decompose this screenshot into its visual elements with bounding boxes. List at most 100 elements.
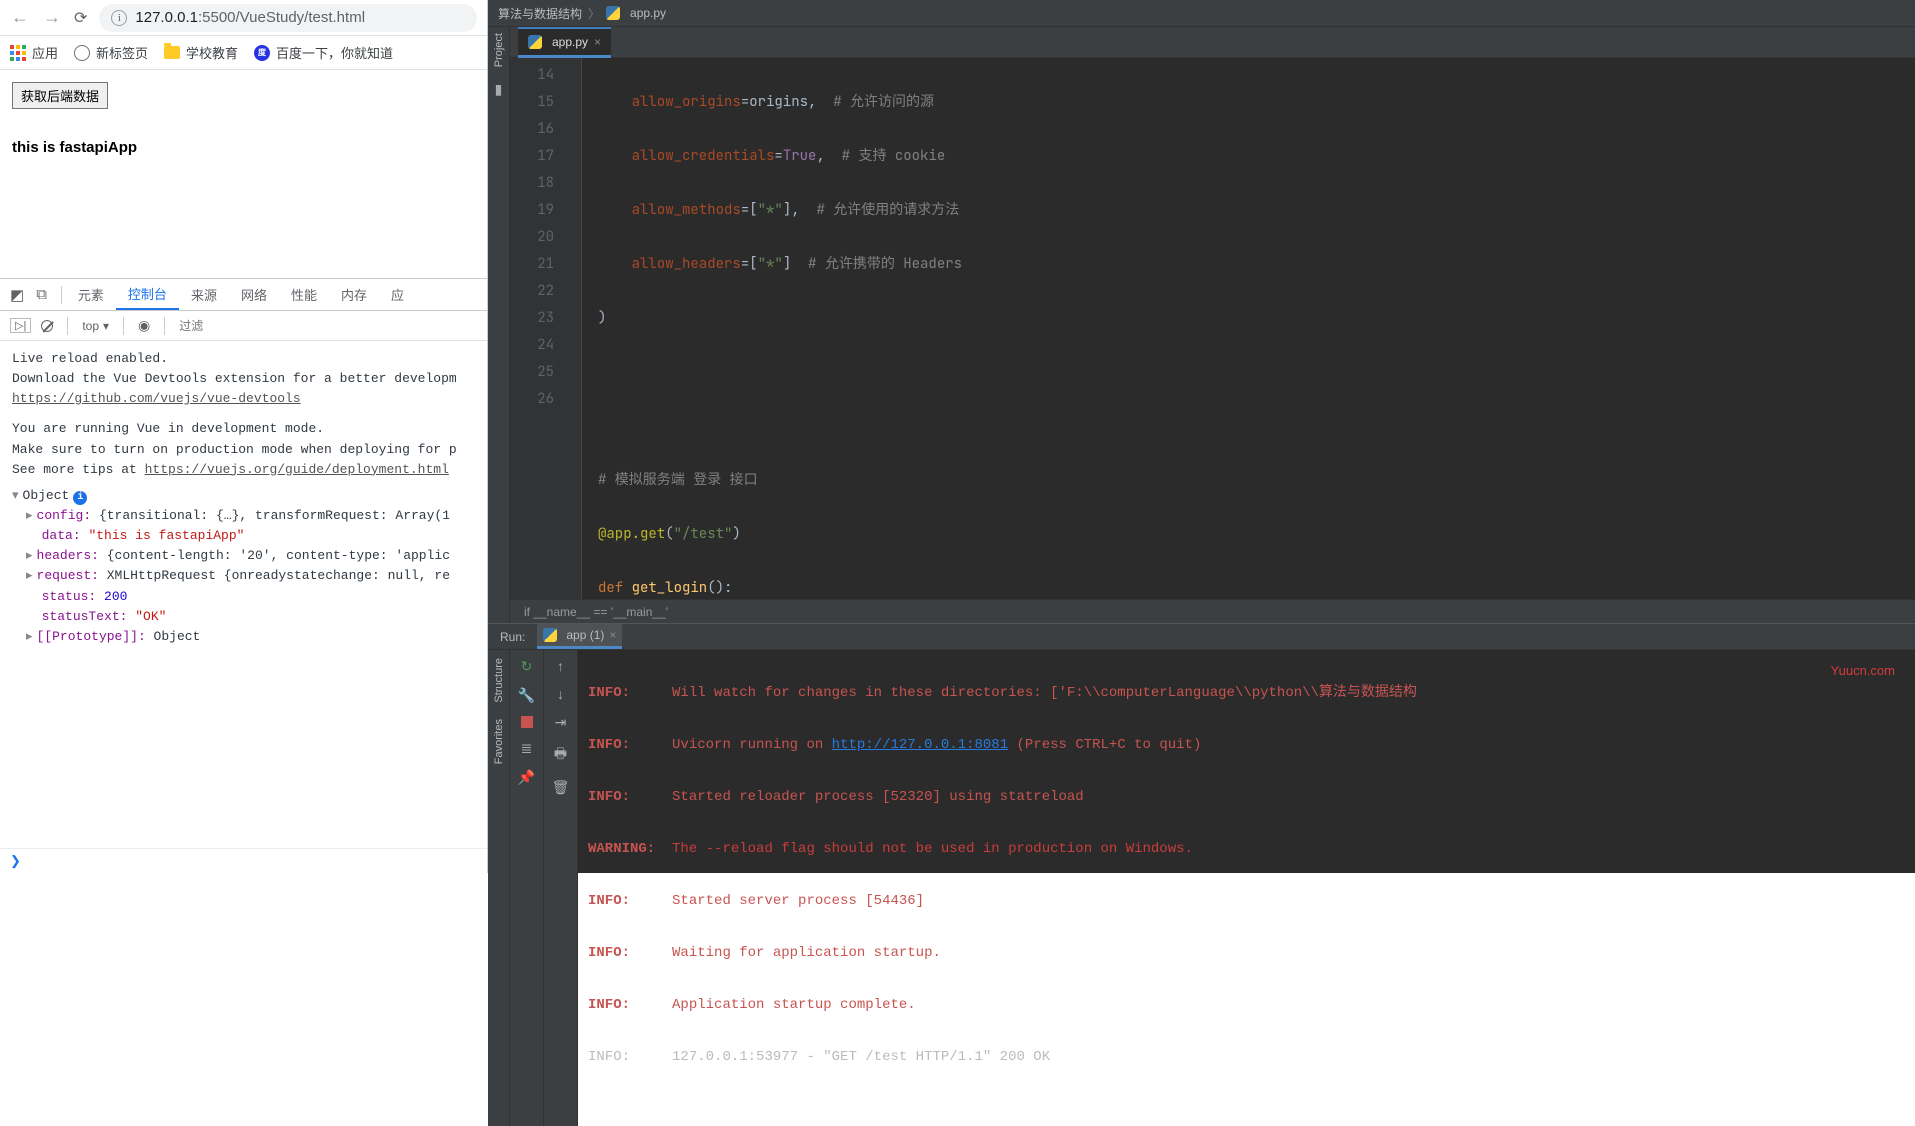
baidu-icon: 度 (254, 45, 270, 61)
pin-icon[interactable]: 📌 (518, 769, 535, 786)
trash-icon[interactable]: 🗑 (552, 779, 570, 796)
tab-sources[interactable]: 来源 (179, 279, 229, 310)
line-gutter: 141516 171819 202122 232425 26 (510, 58, 568, 599)
devtools-link[interactable]: https://github.com/vuejs/vue-devtools (12, 391, 301, 406)
devtools: ◩ ⧉ 元素 控制台 来源 网络 性能 内存 应 ▷| top ▾ ◉ Live… (0, 278, 487, 873)
project-tool[interactable]: Project (493, 33, 505, 67)
ide-top: 算法与数据结构 〉 app.py Project ▮ app.py × (488, 0, 1915, 623)
run-panel: Run: app (1) × Structure Favorites ↻ 🔧 ≣… (488, 623, 1915, 873)
globe-icon (74, 45, 90, 61)
run-toolbar: ↻ 🔧 ≣ 📌 (510, 650, 544, 1126)
separator (123, 317, 124, 335)
inspect-icon[interactable]: ◩ (10, 286, 24, 304)
run-label: Run: (500, 630, 525, 644)
tab-network[interactable]: 网络 (229, 279, 279, 310)
eye-icon[interactable]: ◉ (138, 317, 150, 334)
console-output[interactable]: Live reload enabled. Download the Vue De… (0, 341, 487, 848)
console-line: Live reload enabled. (12, 349, 475, 369)
softwrap-icon[interactable]: ⇥ (555, 714, 567, 731)
tab-console[interactable]: 控制台 (116, 279, 179, 310)
forward-button[interactable]: → (42, 7, 62, 28)
school-label: 学校教育 (186, 43, 238, 62)
fetch-button[interactable]: 获取后端数据 (12, 82, 108, 109)
console-toolbar: ▷| top ▾ ◉ (0, 311, 487, 341)
ide-pane: 算法与数据结构 〉 app.py Project ▮ app.py × (488, 0, 1915, 873)
left-rail: Project ▮ (488, 27, 510, 623)
tab-performance[interactable]: 性能 (279, 279, 329, 310)
clear-icon[interactable] (41, 320, 53, 332)
favorites-tool[interactable]: Favorites (493, 719, 505, 764)
console-line: Download the Vue Devtools extension for … (12, 369, 475, 409)
folder-icon[interactable]: ▮ (495, 81, 503, 98)
down-icon[interactable]: ↓ (557, 686, 564, 702)
tab-app[interactable]: 应 (379, 279, 416, 310)
structure-tool[interactable]: Structure (493, 658, 505, 703)
tab-label: app.py (552, 35, 588, 49)
info-icon[interactable]: i (73, 491, 87, 505)
code-body[interactable]: allow_origins=origins, # 允许访问的源 allow_cr… (582, 58, 1915, 599)
up-icon[interactable]: ↑ (557, 658, 564, 674)
back-button[interactable]: ← (10, 7, 30, 28)
breadcrumb-project[interactable]: 算法与数据结构 (498, 5, 582, 22)
filter-input[interactable] (179, 319, 334, 333)
breadcrumb-file[interactable]: app.py (630, 6, 666, 20)
folder-icon (164, 46, 180, 59)
obj-row: data: "this is fastapiApp" (26, 526, 475, 546)
watermark: Yuucn.com (1831, 663, 1895, 678)
obj-row[interactable]: ▸request: XMLHttpRequest {onreadystatech… (26, 566, 475, 586)
rerun-icon[interactable]: ↻ (521, 658, 533, 675)
play-icon[interactable]: ▷| (10, 318, 31, 333)
console-line: You are running Vue in development mode. (12, 419, 475, 439)
device-icon[interactable]: ⧉ (36, 286, 47, 304)
wrench-icon[interactable]: 🔧 (518, 687, 535, 704)
layout-icon[interactable]: ≣ (521, 740, 533, 757)
page-heading: this is fastapiApp (12, 139, 475, 156)
baidu-label: 百度一下，你就知道 (276, 43, 393, 62)
run-tab[interactable]: app (1) × (537, 624, 622, 649)
obj-row[interactable]: ▸config: {transitional: {…}, transformRe… (26, 506, 475, 526)
python-icon (543, 628, 557, 642)
obj-row[interactable]: ▸headers: {content-length: '20', content… (26, 546, 475, 566)
newtab-bookmark[interactable]: 新标签页 (74, 43, 148, 62)
reload-button[interactable]: ⟳ (74, 8, 87, 28)
stop-icon[interactable] (521, 716, 533, 728)
python-icon (606, 6, 620, 20)
site-info-icon[interactable]: i (111, 10, 127, 26)
url-text: 127.0.0.1:5500/VueStudy/test.html (135, 9, 365, 26)
school-bookmark[interactable]: 学校教育 (164, 43, 238, 62)
separator (67, 317, 68, 335)
page-content: 获取后端数据 this is fastapiApp (0, 70, 487, 168)
print-icon[interactable]: 🖶 (554, 743, 567, 767)
fold-gutter[interactable] (568, 58, 582, 599)
obj-row[interactable]: ▸[[Prototype]]: Object (26, 627, 475, 647)
apps-label: 应用 (32, 43, 58, 62)
breadcrumb: 算法与数据结构 〉 app.py (488, 0, 1915, 27)
baidu-bookmark[interactable]: 度 百度一下，你就知道 (254, 43, 393, 62)
uvicorn-link[interactable]: http://127.0.0.1:8081 (832, 737, 1008, 753)
vue-deploy-link[interactable]: https://vuejs.org/guide/deployment.html (145, 462, 449, 477)
tab-elements[interactable]: 元素 (66, 279, 116, 310)
browser-nav: ← → ⟳ i 127.0.0.1:5500/VueStudy/test.htm… (0, 0, 487, 36)
newtab-label: 新标签页 (96, 43, 148, 62)
separator (61, 286, 62, 304)
close-icon[interactable]: × (594, 35, 601, 49)
code-editor[interactable]: 141516 171819 202122 232425 26 allow_ori… (510, 58, 1915, 599)
python-icon (528, 35, 542, 49)
ide-body: Project ▮ app.py × 141516 171819 202122 (488, 27, 1915, 623)
apps-bookmark[interactable]: 应用 (10, 43, 58, 62)
url-bar[interactable]: i 127.0.0.1:5500/VueStudy/test.html (99, 4, 477, 32)
tab-memory[interactable]: 内存 (329, 279, 379, 310)
console-prompt[interactable]: ❯ (0, 848, 487, 873)
close-icon[interactable]: × (609, 628, 616, 642)
editor-status-bar: if __name__ == '__main__' (510, 599, 1915, 623)
editor-wrap: app.py × 141516 171819 202122 232425 26 … (510, 27, 1915, 623)
chevron-icon: 〉 (588, 5, 600, 22)
console-line: Make sure to turn on production mode whe… (12, 440, 475, 460)
bookmarks-bar: 应用 新标签页 学校教育 度 百度一下，你就知道 (0, 36, 487, 70)
devtools-tabs: ◩ ⧉ 元素 控制台 来源 网络 性能 内存 应 (0, 279, 487, 311)
context-selector[interactable]: top ▾ (82, 319, 109, 333)
browser-pane: ← → ⟳ i 127.0.0.1:5500/VueStudy/test.htm… (0, 0, 488, 873)
console-object[interactable]: ▾Objecti (12, 486, 475, 506)
editor-tab-app[interactable]: app.py × (518, 27, 611, 58)
run-output[interactable]: INFO: Will watch for changes in these di… (578, 650, 1915, 1126)
